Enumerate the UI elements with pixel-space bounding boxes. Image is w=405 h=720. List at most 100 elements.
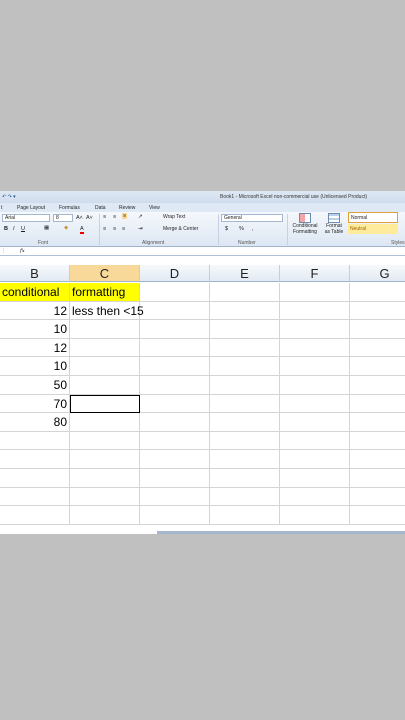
- cell-g7[interactable]: [350, 395, 405, 414]
- cell-d6[interactable]: [140, 376, 210, 395]
- insert-function-button[interactable]: fx: [20, 248, 25, 254]
- cell-g3[interactable]: [350, 320, 405, 339]
- shrink-font-button[interactable]: A˅: [86, 215, 93, 221]
- cell-c9[interactable]: [70, 431, 140, 451]
- cell-d10[interactable]: [140, 450, 210, 469]
- tab-view[interactable]: View: [149, 205, 160, 211]
- font-color-button[interactable]: A: [80, 226, 84, 234]
- cell-d4[interactable]: [140, 338, 210, 358]
- align-middle-icon[interactable]: ≡: [113, 214, 116, 220]
- tab-data[interactable]: Data: [95, 205, 106, 211]
- orientation-icon[interactable]: ↗: [138, 214, 143, 220]
- cell-c11[interactable]: [70, 469, 140, 488]
- cell-b7[interactable]: 70: [0, 394, 70, 414]
- cell-f1[interactable]: [280, 283, 350, 302]
- cell-c5[interactable]: [70, 357, 140, 376]
- cell-f10[interactable]: [280, 450, 350, 469]
- borders-icon[interactable]: ▦: [44, 225, 49, 231]
- cell-g5[interactable]: [350, 357, 405, 376]
- cell-d2[interactable]: [140, 301, 210, 321]
- column-header-d[interactable]: D: [140, 265, 210, 282]
- cell-b1[interactable]: conditional: [0, 283, 70, 302]
- cell-g12[interactable]: [350, 488, 405, 507]
- column-header-c[interactable]: C: [70, 265, 140, 282]
- cell-f4[interactable]: [280, 338, 350, 358]
- font-name-box[interactable]: Arial: [2, 214, 50, 222]
- cell-e1[interactable]: [210, 283, 280, 302]
- tab-home-partial[interactable]: t: [1, 205, 2, 211]
- font-size-box[interactable]: 8: [53, 214, 73, 222]
- cell-g13[interactable]: [350, 506, 405, 525]
- cell-g1[interactable]: [350, 283, 405, 302]
- cell-c10[interactable]: [70, 450, 140, 469]
- cell-b8[interactable]: 80: [0, 413, 70, 432]
- cell-e4[interactable]: [210, 338, 280, 358]
- format-as-table-button[interactable]: Format as Table: [322, 213, 346, 239]
- cell-e5[interactable]: [210, 357, 280, 376]
- cell-e7[interactable]: [210, 394, 280, 414]
- cell-style-neutral[interactable]: Neutral: [348, 224, 398, 234]
- number-format-box[interactable]: General: [221, 214, 283, 222]
- tab-review[interactable]: Review: [119, 205, 135, 211]
- cell-c2[interactable]: less then <15: [70, 301, 144, 321]
- cell-f8[interactable]: [280, 413, 350, 432]
- cell-e6[interactable]: [210, 376, 280, 395]
- cell-b13[interactable]: [0, 506, 70, 525]
- cell-g9[interactable]: [350, 432, 405, 451]
- cell-b2[interactable]: 12: [0, 301, 70, 321]
- cell-d11[interactable]: [140, 469, 210, 488]
- cell-f12[interactable]: [280, 487, 350, 507]
- cell-d3[interactable]: [140, 320, 210, 339]
- comma-button[interactable]: ,: [252, 226, 254, 232]
- cell-b12[interactable]: [0, 487, 70, 507]
- column-header-f[interactable]: F: [280, 265, 350, 282]
- formula-input[interactable]: [30, 248, 400, 255]
- cell-b10[interactable]: [0, 450, 70, 469]
- cell-d12[interactable]: [140, 487, 210, 507]
- tab-page-layout[interactable]: Page Layout: [17, 205, 45, 211]
- underline-button[interactable]: U: [21, 226, 25, 232]
- cell-e8[interactable]: [210, 413, 280, 432]
- cell-b11[interactable]: [0, 469, 70, 488]
- cell-c3[interactable]: [70, 320, 140, 339]
- cell-g8[interactable]: [350, 413, 405, 432]
- cell-e2[interactable]: [210, 301, 280, 321]
- name-box-resize-handle[interactable]: ⋮: [1, 248, 6, 254]
- cell-f9[interactable]: [280, 431, 350, 451]
- cell-d8[interactable]: [140, 413, 210, 432]
- align-left-icon[interactable]: ≡: [103, 226, 106, 232]
- cell-c7[interactable]: [70, 394, 140, 414]
- cell-g6[interactable]: [350, 376, 405, 395]
- cell-d5[interactable]: [140, 357, 210, 376]
- cell-f6[interactable]: [280, 376, 350, 395]
- cell-e3[interactable]: [210, 320, 280, 339]
- grow-font-button[interactable]: A˄: [76, 215, 83, 221]
- cell-b9[interactable]: [0, 431, 70, 451]
- cell-g11[interactable]: [350, 469, 405, 488]
- align-right-icon[interactable]: ≡: [122, 226, 125, 232]
- cell-b5[interactable]: 10: [0, 357, 70, 376]
- align-top-icon[interactable]: ≡: [103, 214, 106, 220]
- column-header-b[interactable]: B: [0, 265, 70, 282]
- italic-button[interactable]: I: [13, 226, 15, 232]
- cell-e12[interactable]: [210, 487, 280, 507]
- cell-b4[interactable]: 12: [0, 338, 70, 358]
- percent-button[interactable]: %: [239, 226, 244, 232]
- cell-f5[interactable]: [280, 357, 350, 376]
- cell-g2[interactable]: [350, 302, 405, 321]
- cell-e11[interactable]: [210, 469, 280, 488]
- cell-f13[interactable]: [280, 506, 350, 525]
- tab-formulas[interactable]: Formulas: [59, 205, 80, 211]
- column-header-e[interactable]: E: [210, 265, 280, 282]
- cell-c12[interactable]: [70, 487, 140, 507]
- align-center-icon[interactable]: ≡: [113, 226, 116, 232]
- cell-c4[interactable]: [70, 338, 140, 358]
- cell-c1[interactable]: formatting: [70, 283, 140, 302]
- merge-center-button[interactable]: Merge & Center: [163, 226, 198, 232]
- align-bottom-icon[interactable]: ≡: [122, 213, 128, 219]
- cell-e10[interactable]: [210, 450, 280, 469]
- cell-d13[interactable]: [140, 506, 210, 525]
- column-header-g[interactable]: G: [350, 265, 405, 282]
- cell-c6[interactable]: [70, 376, 140, 395]
- wrap-text-button[interactable]: Wrap Text: [163, 214, 185, 220]
